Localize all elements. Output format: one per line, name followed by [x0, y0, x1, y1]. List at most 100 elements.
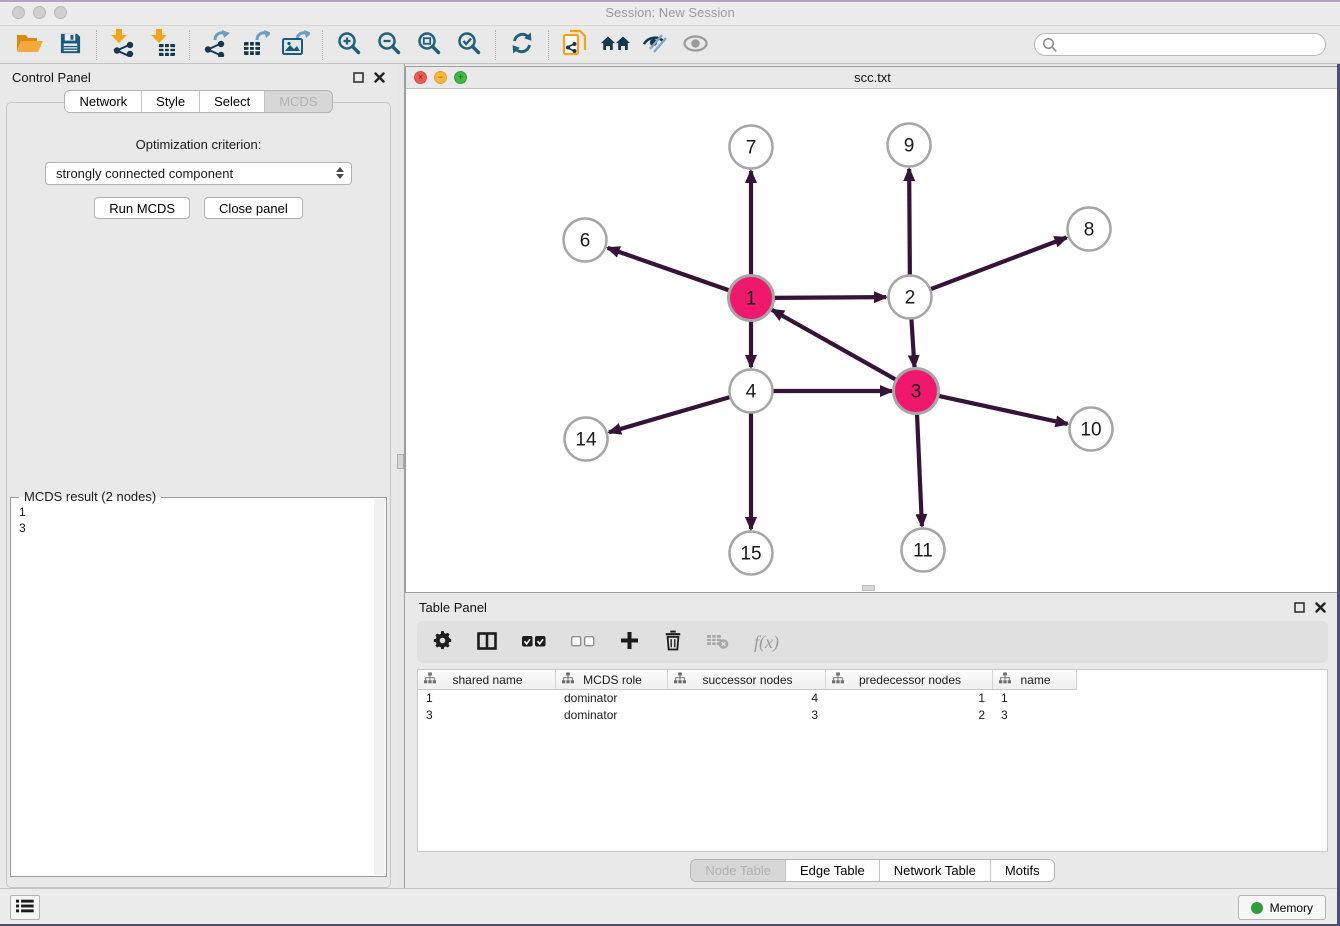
search-input[interactable]	[1034, 33, 1326, 56]
clone-network-button[interactable]	[555, 29, 595, 61]
run-mcds-button[interactable]: Run MCDS	[94, 197, 190, 219]
edge-2-9[interactable]	[909, 169, 910, 275]
column-header-MCDS-role[interactable]: MCDS role	[556, 670, 668, 690]
delete-table-button[interactable]	[707, 632, 729, 652]
close-table-panel-button[interactable]	[1315, 602, 1326, 613]
node-11[interactable]: 11	[902, 529, 945, 572]
table-tabs: Node TableEdge TableNetwork TableMotifs	[690, 859, 1054, 882]
table-settings-button[interactable]	[433, 631, 452, 653]
node-6[interactable]: 6	[564, 219, 607, 262]
zoom-fit-button[interactable]	[409, 29, 449, 61]
node-1[interactable]: 1	[729, 276, 774, 321]
column-header-predecessor-nodes[interactable]: predecessor nodes	[826, 670, 993, 690]
tab-select[interactable]: Select	[199, 91, 264, 112]
function-builder-button[interactable]: f(x)	[754, 632, 779, 653]
mcds-result-item[interactable]: 1	[19, 504, 384, 520]
zoom-selected-button[interactable]	[449, 29, 489, 61]
table-cell[interactable]: dominator	[556, 690, 668, 707]
node-14[interactable]: 14	[565, 418, 608, 461]
node-8[interactable]: 8	[1068, 208, 1111, 251]
hide-selected-button[interactable]	[635, 29, 675, 61]
show-columns-button[interactable]	[477, 632, 497, 653]
svg-text:7: 7	[746, 138, 757, 159]
tab-node-table[interactable]: Node Table	[691, 860, 785, 881]
edge-1-6[interactable]	[608, 248, 731, 291]
table-cell[interactable]: 1	[826, 690, 993, 707]
tab-network-table[interactable]: Network Table	[879, 860, 990, 881]
close-mcds-panel-button[interactable]: Close panel	[204, 197, 303, 219]
table-cell[interactable]: 4	[668, 690, 826, 707]
node-table[interactable]: shared nameMCDS rolesuccessor nodesprede…	[417, 669, 1328, 852]
canvas-grip[interactable]	[862, 585, 875, 591]
import-network-button[interactable]	[103, 29, 143, 61]
export-image-button[interactable]	[276, 29, 316, 61]
network-canvas[interactable]: 7 9 6 8 1 2 4 3 14 10 15 11	[406, 89, 1339, 592]
edge-4-14[interactable]	[609, 397, 730, 432]
edge-2-3[interactable]	[911, 319, 914, 367]
select-all-checks-button[interactable]	[522, 635, 546, 650]
edge-2-8[interactable]	[931, 238, 1067, 290]
network-window-controls: × − +	[414, 71, 467, 84]
zoom-out-button[interactable]	[369, 29, 409, 61]
node-9[interactable]: 9	[888, 124, 931, 167]
svg-text:6: 6	[580, 231, 591, 252]
task-history-button[interactable]	[10, 895, 40, 920]
criterion-select[interactable]: strongly connected component	[45, 162, 352, 185]
edge-3-10[interactable]	[937, 396, 1067, 424]
node-4[interactable]: 4	[730, 370, 773, 413]
float-panel-button[interactable]	[353, 72, 364, 83]
delete-column-button[interactable]	[664, 630, 682, 654]
column-header-successor-nodes[interactable]: successor nodes	[668, 670, 826, 690]
add-column-button[interactable]	[620, 631, 639, 653]
float-table-panel-button[interactable]	[1294, 602, 1305, 613]
table-cell[interactable]: 3	[418, 707, 556, 724]
table-row[interactable]: 1dominator411	[418, 690, 1327, 707]
table-cell[interactable]: dominator	[556, 707, 668, 724]
vertical-splitter[interactable]	[397, 64, 405, 888]
refresh-view-button[interactable]	[502, 29, 542, 61]
tab-style[interactable]: Style	[141, 91, 199, 112]
refresh-icon	[510, 31, 534, 58]
close-panel-button[interactable]	[374, 72, 385, 83]
export-network-button[interactable]	[196, 29, 236, 61]
tab-edge-table[interactable]: Edge Table	[785, 860, 879, 881]
mcds-result-item[interactable]: 3	[19, 520, 384, 536]
close-window-button[interactable]	[12, 6, 25, 19]
node-2[interactable]: 2	[889, 276, 932, 319]
edge-3-1[interactable]	[772, 310, 897, 380]
memory-button[interactable]: Memory	[1238, 895, 1326, 920]
column-header-shared-name[interactable]: shared name	[418, 670, 556, 690]
splitter-grip[interactable]	[397, 454, 404, 469]
table-row[interactable]: 3dominator323	[418, 707, 1327, 724]
table-cell[interactable]: 3	[993, 707, 1077, 724]
edge-3-11[interactable]	[917, 413, 922, 526]
table-cell[interactable]: 3	[668, 707, 826, 724]
export-table-button[interactable]	[236, 29, 276, 61]
minimize-window-button[interactable]	[33, 6, 46, 19]
open-session-button[interactable]	[10, 29, 50, 61]
node-7[interactable]: 7	[730, 126, 773, 169]
table-cell[interactable]: 1	[418, 690, 556, 707]
network-minimize-button[interactable]: −	[434, 71, 447, 84]
edge-1-2[interactable]	[773, 297, 886, 298]
import-table-button[interactable]	[143, 29, 183, 61]
tab-mcds[interactable]: MCDS	[264, 91, 331, 112]
column-header-name[interactable]: name	[993, 670, 1077, 690]
deselect-all-checks-button[interactable]	[571, 635, 595, 650]
result-scrollbar[interactable]	[374, 499, 385, 875]
node-3[interactable]: 3	[894, 369, 939, 414]
node-15[interactable]: 15	[730, 532, 773, 575]
tab-motifs[interactable]: Motifs	[990, 860, 1054, 881]
network-graph[interactable]: 7 9 6 8 1 2 4 3 14 10 15 11	[406, 89, 1339, 592]
save-session-button[interactable]	[50, 29, 90, 61]
maximize-window-button[interactable]	[54, 6, 67, 19]
table-cell[interactable]: 2	[826, 707, 993, 724]
zoom-in-button[interactable]	[329, 29, 369, 61]
home-layout-button[interactable]	[595, 29, 635, 61]
network-maximize-button[interactable]: +	[454, 71, 467, 84]
show-all-button[interactable]	[675, 29, 715, 61]
node-10[interactable]: 10	[1070, 408, 1113, 451]
tab-network[interactable]: Network	[65, 91, 141, 112]
network-close-button[interactable]: ×	[414, 71, 427, 84]
table-cell[interactable]: 1	[993, 690, 1077, 707]
